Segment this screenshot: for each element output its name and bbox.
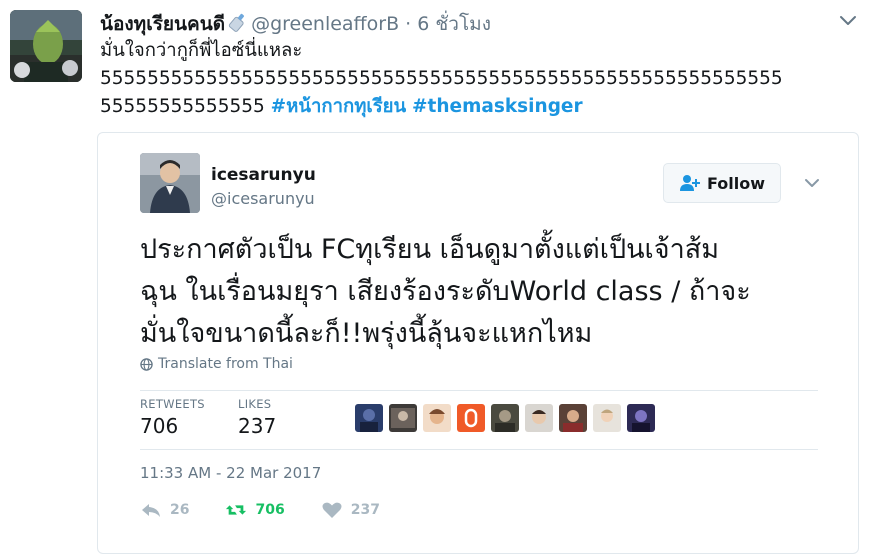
tweet-text-prefix: 55555555555555 [100, 96, 271, 117]
author-avatar[interactable] [10, 10, 82, 82]
author-display-name[interactable]: น้องทุเรียนคนดี [100, 13, 225, 35]
likes-count[interactable]: 237 [238, 414, 276, 438]
reply-count: 26 [170, 502, 190, 518]
hashtag-link[interactable]: #หน้ากากทุเรียน [271, 96, 406, 117]
quoted-text-line: ประกาศตัวเป็น FCทุเรียน เอ็นดูมาตั้งแต่เ… [140, 234, 720, 265]
liker-avatar[interactable] [525, 404, 553, 432]
liker-avatar[interactable] [491, 404, 519, 432]
tweet-timestamp[interactable]: 11:33 AM - 22 Mar 2017 [140, 464, 321, 482]
quoted-display-name[interactable]: icesarunyu [211, 165, 316, 185]
reply-button[interactable]: 26 [140, 501, 189, 519]
liker-avatar[interactable] [355, 404, 383, 432]
liker-avatar[interactable] [389, 404, 417, 432]
globe-icon [140, 357, 153, 371]
tweet-time[interactable]: 6 ชั่วโมง [417, 13, 491, 35]
tweet-text-line: 55555555555555 #หน้ากากทุเรียน #themasks… [100, 93, 870, 121]
likers-avatars [355, 404, 661, 432]
translate-link[interactable]: Translate from Thai [140, 356, 293, 372]
quoted-text-line: มั่นใจขนาดนี้ละก็!!พรุ่งนี้ลุ้นจะแหกไหม [140, 318, 593, 349]
tweet-text-line: มั่นใจกว่ากูก็พี่ไอซ์นี่แหละ [100, 40, 303, 61]
like-button[interactable]: 237 [321, 501, 380, 519]
follow-button[interactable]: Follow [663, 163, 781, 203]
retweet-icon [226, 505, 247, 515]
retweets-count[interactable]: 706 [140, 414, 178, 438]
likes-label: LIKES [238, 397, 272, 411]
like-count: 237 [350, 502, 380, 518]
tweet-text-line: 5555555555555555555555555555555555555555… [100, 68, 783, 89]
header-separator: · [405, 13, 412, 35]
follow-label: Follow [706, 173, 765, 193]
retweet-button[interactable]: 706 [225, 501, 285, 519]
quoted-author-avatar[interactable] [140, 153, 200, 213]
tweet-text: มั่นใจกว่ากูก็พี่ไอซ์นี่แหละ 55555555555… [100, 37, 870, 121]
translate-label: Translate from Thai [158, 356, 293, 372]
add-user-icon [679, 175, 700, 191]
heart-icon [322, 502, 342, 518]
divider [140, 390, 818, 391]
embedded-tweet-card[interactable]: icesarunyu @icesarunyu Follow ประกาศตัวเ… [97, 132, 859, 554]
liker-avatar[interactable] [593, 404, 621, 432]
liker-avatar[interactable] [627, 404, 655, 432]
quoted-handle[interactable]: @icesarunyu [211, 189, 315, 208]
reply-icon [142, 504, 160, 517]
divider [140, 449, 818, 450]
chevron-down-icon[interactable] [836, 8, 860, 32]
quoted-text-line: ฉุน ในเรื่อนมยุรา เสียงร้องระดับWorld cl… [140, 276, 751, 307]
retweets-label: RETWEETS [140, 397, 205, 411]
hashtag-link[interactable]: #themasksinger [412, 96, 583, 117]
chevron-down-icon[interactable] [801, 172, 823, 194]
liker-avatar[interactable] [457, 404, 485, 432]
quoted-tweet-text: ประกาศตัวเป็น FCทุเรียน เอ็นดูมาตั้งแต่เ… [140, 229, 830, 355]
liker-avatar[interactable] [559, 404, 587, 432]
liker-avatar[interactable] [423, 404, 451, 432]
tweet-header: น้องทุเรียนคนดี @greenleafforB · 6 ชั่วโ… [100, 9, 491, 39]
tweet-actions: 26 706 237 [140, 501, 416, 519]
bottle-icon [227, 13, 247, 33]
retweet-count: 706 [255, 502, 285, 518]
author-handle[interactable]: @greenleafforB [251, 13, 399, 35]
